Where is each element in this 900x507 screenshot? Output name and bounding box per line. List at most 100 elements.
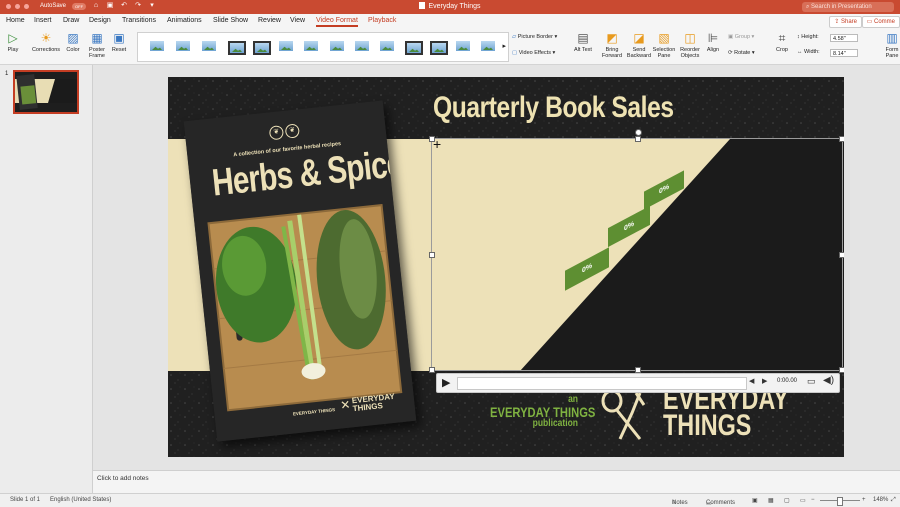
language-indicator[interactable]: English (United States) [50, 497, 111, 503]
video-style-thumbnail[interactable] [378, 37, 396, 55]
ribbon-toolbar: ▷ Play ☀ Corrections ▨ Color ▦ Poster Fr… [0, 29, 900, 65]
zoom-in-button[interactable]: + [862, 497, 866, 503]
tab-animations[interactable]: Animations [167, 17, 202, 24]
video-style-thumbnail[interactable] [454, 37, 472, 55]
tab-review[interactable]: Review [258, 17, 281, 24]
play-button[interactable]: ▷ Play [4, 31, 22, 53]
normal-view-button[interactable]: ▣ [752, 497, 758, 504]
width-field[interactable]: 8.14" [830, 49, 858, 57]
fit-to-window-icon[interactable]: ⤢ [891, 497, 896, 504]
slide-thumbnail-preview [15, 72, 77, 112]
video-styles-gallery: ▸ [137, 32, 509, 62]
video-effects-button[interactable]: ▢ Video Effects ▾ [512, 50, 555, 57]
customize-toolbar-icon[interactable]: ▾ [148, 2, 156, 10]
resize-handle[interactable] [429, 136, 435, 142]
slide-thumbnail-pane: 1 [0, 65, 93, 493]
tab-video-format[interactable]: Video Format [316, 17, 358, 27]
minimize-window-button[interactable] [15, 4, 20, 9]
video-style-thumbnail[interactable] [200, 37, 218, 55]
video-selection-frame[interactable]: + [429, 129, 844, 373]
group-icon: ▣ [728, 34, 735, 40]
tab-playback[interactable]: Playback [368, 17, 396, 24]
zoom-slider[interactable] [820, 497, 860, 506]
bring-forward-button[interactable]: ◩ Bring Forward [600, 31, 624, 59]
zoom-slider-thumb[interactable] [837, 497, 843, 506]
redo-icon[interactable]: ↷ [134, 2, 142, 10]
close-window-button[interactable] [6, 4, 11, 9]
format-pane-button[interactable]: ▥ Form Pane [884, 31, 900, 59]
picture-border-button[interactable]: ▱ Picture Border ▾ [512, 34, 557, 41]
zoom-window-button[interactable] [24, 4, 29, 9]
home-icon[interactable]: ⌂ [92, 2, 100, 10]
resize-handle[interactable] [839, 252, 844, 258]
tab-transitions[interactable]: Transitions [122, 17, 156, 24]
selection-pane-button[interactable]: ▧ Selection Pane [652, 31, 676, 59]
resize-handle[interactable] [429, 367, 435, 373]
reorder-objects-button[interactable]: ◫ Reorder Objects [678, 31, 702, 59]
tab-draw[interactable]: Draw [63, 17, 79, 24]
utensils-icon: ✕ [339, 397, 352, 413]
tab-slide-show[interactable]: Slide Show [213, 17, 248, 24]
step-back-button[interactable]: ◀ [749, 377, 754, 385]
reading-view-button[interactable]: ▢ [784, 497, 790, 504]
zoom-out-button[interactable]: − [811, 497, 815, 503]
video-style-thumbnail[interactable] [328, 37, 346, 55]
video-style-thumbnail[interactable] [226, 37, 246, 55]
notes-pane[interactable]: Click to add notes [93, 470, 900, 494]
autosave-toggle[interactable]: OFF [72, 2, 87, 10]
resize-handle[interactable] [429, 252, 435, 258]
video-style-thumbnail[interactable] [251, 37, 271, 55]
group-button[interactable]: ▣ Group ▾ [728, 34, 754, 41]
play-video-button[interactable]: ▶ [442, 376, 450, 389]
slideshow-button[interactable]: ▭ [800, 497, 806, 504]
comments-button[interactable]: ▭ Comme [861, 16, 900, 28]
video-style-thumbnail[interactable] [353, 37, 371, 55]
zoom-level[interactable]: 148% [873, 497, 888, 503]
tab-design[interactable]: Design [89, 17, 111, 24]
book-cover-image[interactable]: ❦ ❦ A collection of our favorite herbal … [183, 100, 417, 442]
tab-insert[interactable]: Insert [34, 17, 52, 24]
search-input[interactable]: ⌕ Search in Presentation [802, 2, 894, 12]
poster-frame-icon: ▦ [91, 31, 103, 45]
slide-thumbnail[interactable] [13, 70, 79, 114]
color-button[interactable]: ▨ Color [64, 31, 82, 53]
width-icon: ↔ [797, 49, 805, 55]
resize-handle[interactable] [839, 136, 844, 142]
video-style-thumbnail[interactable] [148, 37, 166, 55]
slide-title[interactable]: Quarterly Book Sales [433, 91, 674, 125]
resize-handle[interactable] [635, 136, 641, 142]
video-style-thumbnail[interactable] [174, 37, 192, 55]
reset-button[interactable]: ▣ Reset [110, 31, 128, 53]
video-style-thumbnail[interactable] [479, 37, 497, 55]
crop-button[interactable]: ⌗ Crop [772, 31, 792, 53]
video-style-thumbnail[interactable] [302, 37, 320, 55]
video-scrubber[interactable] [457, 377, 747, 390]
volume-icon[interactable]: ◀) [823, 375, 834, 386]
poster-frame-button[interactable]: ▦ Poster Frame [86, 31, 108, 59]
rotate-handle[interactable] [635, 129, 642, 136]
tab-home[interactable]: Home [6, 17, 25, 24]
resize-handle[interactable] [839, 367, 844, 373]
quick-access-toolbar: AutoSave OFF ⌂ ▣ ↶ ↷ ▾ [40, 2, 156, 10]
save-icon[interactable]: ▣ [106, 2, 114, 10]
share-button[interactable]: ⇪ Share [829, 16, 862, 28]
tab-view[interactable]: View [290, 17, 305, 24]
undo-icon[interactable]: ↶ [120, 2, 128, 10]
step-forward-button[interactable]: ▶ [762, 377, 767, 385]
rotate-button[interactable]: ⟳ Rotate ▾ [728, 50, 755, 57]
video-style-thumbnail[interactable] [277, 37, 295, 55]
gallery-expand-icon[interactable]: ▸ [502, 42, 506, 50]
slide-sorter-button[interactable]: ▦ [768, 497, 774, 504]
alt-text-button[interactable]: ▤ Alt Text [574, 31, 592, 53]
bring-forward-icon: ◩ [606, 31, 618, 45]
height-field[interactable]: 4.58" [830, 34, 858, 42]
corrections-button[interactable]: ☀ Corrections [30, 31, 62, 53]
comment-icon: ▭ [866, 19, 874, 25]
video-style-thumbnail[interactable] [428, 37, 448, 55]
logo-line-2: THINGS [663, 409, 752, 442]
captions-icon[interactable]: ▭ [807, 376, 816, 387]
logo-wordmark: EVERYDAY THINGS [663, 385, 789, 442]
video-style-thumbnail[interactable] [403, 37, 423, 55]
align-button[interactable]: ⊫ Align [704, 31, 722, 53]
send-backward-button[interactable]: ◪ Send Backward [626, 31, 652, 59]
